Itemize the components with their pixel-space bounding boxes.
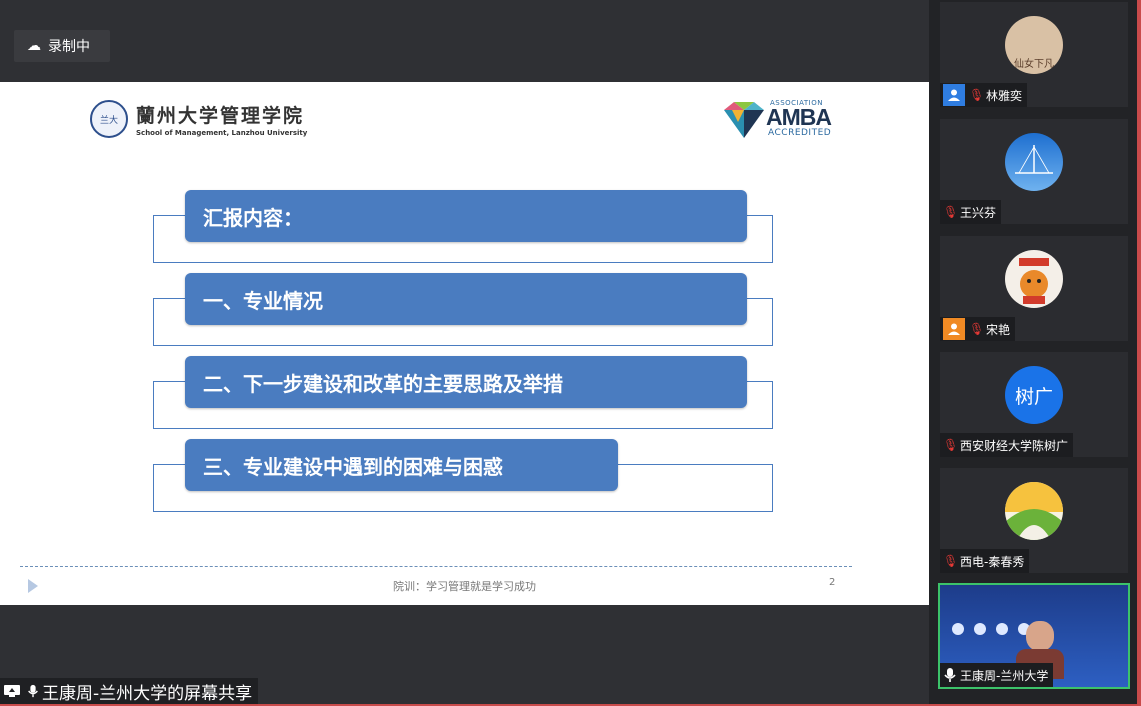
participant-name: 宋艳: [986, 322, 1011, 337]
bridge-photo-icon: [1015, 145, 1053, 174]
participant-name: 王康周-兰州大学: [960, 668, 1049, 683]
school-logo-en: School of Management, Lanzhou University: [136, 129, 308, 137]
cloud-icon: ☁: [27, 38, 41, 54]
participant-tile[interactable]: 仙女下凡 🎙 林雅奕: [940, 2, 1128, 107]
participant-name-tag: 🎙 宋艳: [940, 317, 1016, 341]
user-icon: [943, 84, 965, 106]
tiger-avatar-icon: [1019, 258, 1049, 304]
window-border-right: [1137, 0, 1141, 706]
avatar: [1005, 482, 1063, 540]
amba-diamond-icon: [724, 102, 764, 138]
screen-share-label: 王康周-兰州大学的屏幕共享: [0, 678, 259, 704]
avatar: 仙女下凡: [1005, 16, 1063, 74]
muted-microphone-icon: 🎙: [969, 322, 985, 336]
user-icon: [943, 318, 965, 340]
footer-divider: [20, 566, 852, 567]
participant-tile[interactable]: 🎙 西电-秦春秀: [940, 468, 1128, 573]
participant-tile[interactable]: 树广 🎙 西安财经大学陈树广: [940, 352, 1128, 457]
amba-logo: ASSOCIATION AMBA ACCREDITED: [722, 98, 840, 140]
avatar: 树广: [1005, 366, 1063, 424]
school-logo-cn: 蘭州大学管理学院: [136, 105, 305, 127]
muted-microphone-icon: 🎙: [943, 438, 959, 452]
muted-microphone-icon: 🎙: [943, 205, 959, 219]
participant-name-tag: 王康周-兰州大学: [940, 663, 1054, 687]
participant-name: 林雅奕: [986, 88, 1023, 103]
participant-name-tag: 🎙 西安财经大学陈树广: [940, 433, 1074, 457]
microphone-icon: [28, 684, 38, 698]
participant-name: 王兴芬: [960, 205, 997, 220]
participant-tile-active-speaker[interactable]: 王康周-兰州大学: [938, 583, 1130, 689]
avatar: [1005, 250, 1063, 308]
participant-tile[interactable]: 🎙 宋艳: [940, 236, 1128, 341]
school-logo: 兰大 蘭州大学管理学院 School of Management, Lanzho…: [90, 100, 307, 138]
agenda-bar: 汇报内容：: [185, 190, 747, 242]
muted-microphone-icon: 🎙: [943, 554, 959, 568]
amba-accredited-text: ACCREDITED: [768, 128, 832, 138]
slide-page-number: 2: [829, 577, 836, 588]
video-banner: [950, 591, 1118, 615]
agenda-bar: 二、下一步建设和改革的主要思路及举措: [185, 356, 747, 408]
participant-name-tag: 🎙 林雅奕: [940, 83, 1028, 107]
recording-indicator[interactable]: ☁ 录制中: [14, 30, 110, 62]
screen-share-text: 王康周-兰州大学的屏幕共享: [42, 683, 253, 704]
participant-name-tag: 🎙 西电-秦春秀: [940, 549, 1030, 573]
recording-label: 录制中: [48, 39, 90, 55]
main-stage: ☁ 录制中 兰大 蘭州大学管理学院 School of Management, …: [0, 0, 929, 706]
avatar-text: 仙女下凡: [1014, 59, 1054, 70]
participant-tile[interactable]: 🎙 王兴芬: [940, 119, 1128, 224]
slide-footer-motto: 院训：学习管理就是学习成功: [393, 580, 536, 593]
participant-name: 西安财经大学陈树广: [960, 438, 1069, 453]
participant-name: 西电-秦春秀: [960, 554, 1025, 569]
participant-name-tag: 🎙 王兴芬: [940, 200, 1002, 224]
avatar: [1005, 133, 1063, 191]
amba-name-text: AMBA: [766, 104, 832, 130]
muted-microphone-icon: 🎙: [969, 88, 985, 102]
agenda-bar: 三、专业建设中遇到的困难与困惑: [185, 439, 618, 491]
screen-share-icon: [4, 685, 20, 697]
avatar-initials: 树广: [1014, 385, 1053, 408]
shared-slide: 兰大 蘭州大学管理学院 School of Management, Lanzho…: [0, 82, 929, 605]
agenda-bar: 一、专业情况: [185, 273, 747, 325]
university-seal-icon: 兰大: [90, 100, 128, 138]
landscape-avatar-icon: [1005, 482, 1063, 540]
microphone-icon: [944, 668, 956, 682]
